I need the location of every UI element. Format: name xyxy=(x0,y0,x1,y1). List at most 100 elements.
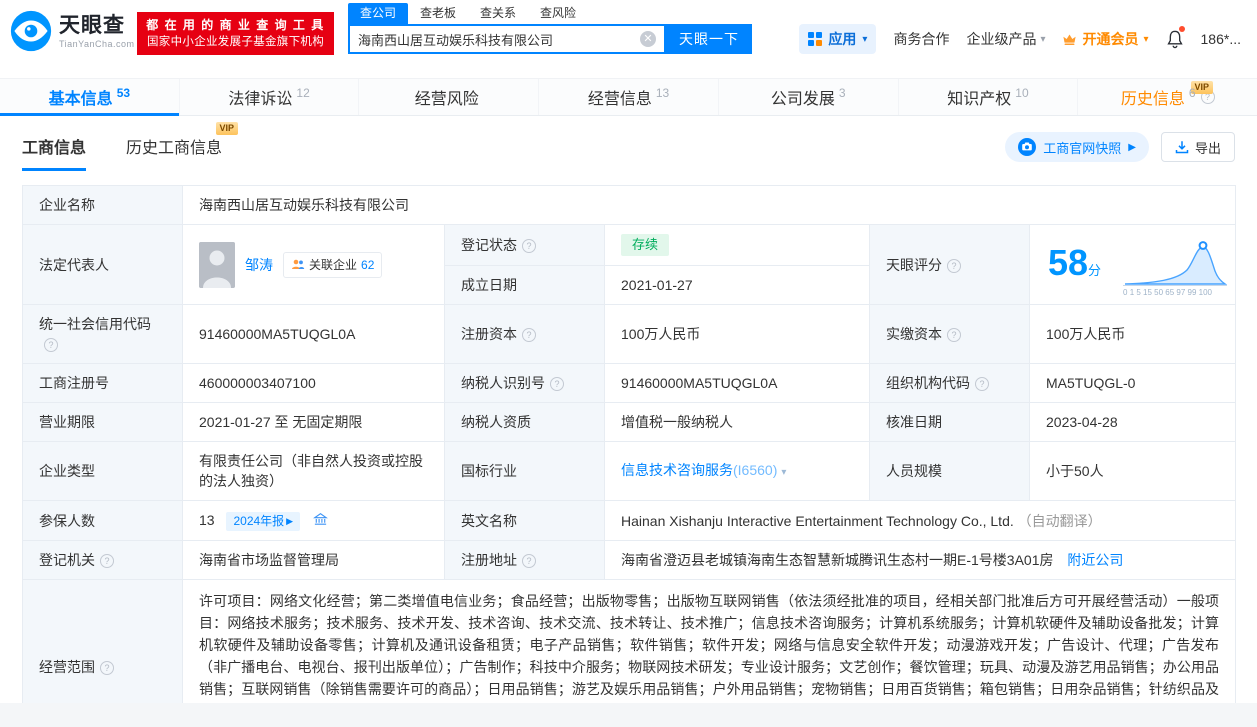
tab-history-info[interactable]: VIP 历史信息6 ? xyxy=(1077,79,1257,115)
industry-link[interactable]: 信息技术咨询服务 xyxy=(621,462,733,478)
search-tab-relation[interactable]: 查关系 xyxy=(468,3,528,24)
score-label: 天眼评分? xyxy=(870,225,1030,305)
search-tabs: 查公司 查老板 查关系 查风险 xyxy=(348,3,752,24)
insured-label: 参保人数 xyxy=(23,501,183,541)
chevron-right-icon: ▶ xyxy=(286,513,293,530)
enterprise-products-link[interactable]: 企业级产品▾ xyxy=(966,29,1045,49)
top-header: 天眼查 TianYanCha.com 都 在 用 的 商 业 查 询 工 具 国… xyxy=(0,0,1257,66)
crown-icon xyxy=(1062,33,1077,46)
legal-rep-value: 邹涛 关联企业 62 xyxy=(183,225,445,305)
apps-label: 应用 xyxy=(828,29,856,49)
legal-rep-link[interactable]: 邹涛 xyxy=(245,255,273,275)
help-icon[interactable]: ? xyxy=(522,554,536,568)
company-name-value: 海南西山居互动娱乐科技有限公司 xyxy=(183,186,1236,225)
related-people-icon xyxy=(291,258,305,271)
staff-size-label: 人员规模 xyxy=(870,442,1030,501)
help-icon[interactable]: ? xyxy=(44,338,58,352)
established-value: 2021-01-27 xyxy=(605,266,870,305)
org-code-label: 组织机构代码? xyxy=(870,364,1030,403)
help-icon[interactable]: ? xyxy=(100,661,114,675)
status-badge: 存续 xyxy=(621,234,669,256)
promo-line-2: 国家中小企业发展子基金旗下机构 xyxy=(145,34,326,51)
search-tab-risk[interactable]: 查风险 xyxy=(528,3,588,24)
credit-code-label: 统一社会信用代码? xyxy=(23,305,183,364)
tab-company-development[interactable]: 公司发展3 xyxy=(718,79,898,115)
term-label: 营业期限 xyxy=(23,403,183,442)
tab-legal-proceedings[interactable]: 法律诉讼12 xyxy=(179,79,359,115)
subtab-history-business-registration[interactable]: VIP 历史工商信息 xyxy=(126,134,222,171)
official-snapshot-button[interactable]: 工商官网快照 ▶ xyxy=(1005,132,1149,162)
row-credit-capital: 统一社会信用代码? 91460000MA5TUQGL0A 注册资本? 100万人… xyxy=(23,305,1236,364)
section-header: 工商信息 VIP 历史工商信息 工商官网快照 ▶ xyxy=(0,116,1257,171)
help-icon[interactable]: ? xyxy=(550,377,564,391)
company-type-label: 企业类型 xyxy=(23,442,183,501)
vip-badge: VIP xyxy=(216,122,239,135)
company-name-label: 企业名称 xyxy=(23,186,183,225)
score-axis-labels: 0 1 5 15 50 65 97 99 100 xyxy=(1123,288,1227,297)
annual-report-badge[interactable]: 2024年报▶ xyxy=(226,512,300,531)
search-button[interactable]: 天眼一下 xyxy=(666,24,752,54)
subtab-business-registration[interactable]: 工商信息 xyxy=(22,134,86,171)
business-cooperation-link[interactable]: 商务合作 xyxy=(893,29,949,49)
clear-search-icon[interactable]: ✕ xyxy=(640,31,656,47)
taxpayer-id-label: 纳税人识别号? xyxy=(445,364,605,403)
reg-number-label: 工商注册号 xyxy=(23,364,183,403)
tianyancha-eye-icon xyxy=(10,10,52,52)
promo-line-1: 都 在 用 的 商 业 查 询 工 具 xyxy=(145,16,326,34)
term-value: 2021-01-27 至 无固定期限 xyxy=(183,403,445,442)
staff-size-value: 小于50人 xyxy=(1030,442,1236,501)
approval-date-value: 2023-04-28 xyxy=(1030,403,1236,442)
social-insurance-icon[interactable] xyxy=(313,512,328,527)
apps-menu[interactable]: 应用 ▾ xyxy=(799,24,876,54)
authority-label: 登记机关? xyxy=(23,541,183,580)
reg-capital-label: 注册资本? xyxy=(445,305,605,364)
business-registration-table: 企业名称 海南西山居互动娱乐科技有限公司 法定代表人 邹涛 关联企业 xyxy=(22,185,1236,727)
search-tab-company[interactable]: 查公司 xyxy=(348,3,408,24)
help-icon[interactable]: ? xyxy=(947,259,961,273)
search-input[interactable] xyxy=(350,32,640,47)
score-number: 58 xyxy=(1048,242,1088,283)
brand-name: 天眼查 xyxy=(59,14,135,38)
paid-capital-value: 100万人民币 xyxy=(1030,305,1236,364)
established-label: 成立日期 xyxy=(445,266,605,305)
company-detail-tabs: 基本信息53 法律诉讼12 经营风险 经营信息13 公司发展3 知识产权10 V… xyxy=(0,78,1257,116)
tab-business-info[interactable]: 经营信息13 xyxy=(538,79,718,115)
english-name-label: 英文名称 xyxy=(445,501,605,541)
apps-grid-icon xyxy=(808,32,822,46)
help-icon[interactable]: ? xyxy=(100,554,114,568)
header-actions: 应用 ▾ 商务合作 企业级产品▾ 开通会员 ▾ 186*... xyxy=(799,24,1241,54)
help-icon[interactable]: ? xyxy=(975,377,989,391)
company-type-value: 有限责任公司（非自然人投资或控股的法人独资） xyxy=(183,442,445,501)
taxpayer-quality-value: 增值税一般纳税人 xyxy=(605,403,870,442)
chevron-right-icon: ▶ xyxy=(1128,142,1136,153)
paid-capital-label: 实缴资本? xyxy=(870,305,1030,364)
export-button[interactable]: 导出 xyxy=(1161,132,1235,162)
search-area: 查公司 查老板 查关系 查风险 ✕ 天眼一下 xyxy=(348,3,752,54)
english-name-value: Hainan Xishanju Interactive Entertainmen… xyxy=(605,501,1236,541)
chevron-down-icon[interactable]: ▾ xyxy=(781,467,786,478)
chevron-down-icon: ▾ xyxy=(1040,34,1045,45)
help-icon[interactable]: ? xyxy=(522,239,536,253)
help-icon[interactable]: ? xyxy=(522,328,536,342)
reg-status-value: 存续 xyxy=(605,225,870,266)
row-company-name: 企业名称 海南西山居互动娱乐科技有限公司 xyxy=(23,186,1236,225)
legal-rep-label: 法定代表人 xyxy=(23,225,183,305)
nearby-companies-link[interactable]: 附近公司 xyxy=(1067,552,1123,568)
user-phone[interactable]: 186*... xyxy=(1201,31,1241,47)
vip-membership-link[interactable]: 开通会员 ▾ xyxy=(1062,29,1148,49)
notification-bell-icon[interactable] xyxy=(1166,29,1184,49)
notification-dot xyxy=(1179,26,1185,32)
related-companies-link[interactable]: 关联企业 62 xyxy=(283,252,382,278)
search-tab-boss[interactable]: 查老板 xyxy=(408,3,468,24)
legal-rep-photo[interactable] xyxy=(199,242,235,288)
tab-intellectual-property[interactable]: 知识产权10 xyxy=(898,79,1078,115)
row-term-quality: 营业期限 2021-01-27 至 无固定期限 纳税人资质 增值税一般纳税人 核… xyxy=(23,403,1236,442)
tab-basic-info[interactable]: 基本信息53 xyxy=(0,79,179,115)
score-value[interactable]: 58分 0 1 5 15 50 65 97 99 100 xyxy=(1030,225,1236,305)
reg-status-label: 登记状态? xyxy=(445,225,605,266)
help-icon[interactable]: ? xyxy=(947,328,961,342)
tab-operational-risk[interactable]: 经营风险 xyxy=(358,79,538,115)
tianyancha-logo[interactable]: 天眼查 TianYanCha.com xyxy=(10,10,135,52)
page-footer-strip xyxy=(0,703,1257,727)
reg-capital-value: 100万人民币 xyxy=(605,305,870,364)
